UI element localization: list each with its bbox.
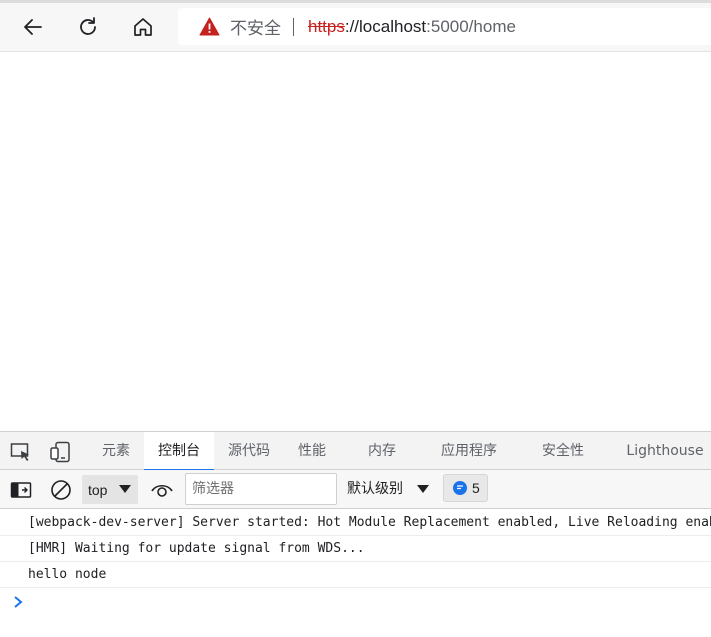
console-message: [HMR] Waiting for update signal from WDS…	[0, 536, 711, 562]
filter-input[interactable]	[185, 473, 337, 505]
console-toolbar: top 默认级别 5	[0, 470, 711, 509]
inspect-element-icon	[10, 443, 29, 461]
chevron-down-icon	[417, 485, 429, 493]
address-separator	[293, 17, 294, 36]
devtools-tab-bar: 元素 控制台 源代码 性能 内存 应用程序 安全性 Lighthouse	[0, 432, 711, 471]
browser-toolbar: 不安全 https://localhost:5000/home	[0, 0, 711, 52]
devtools-panel: 元素 控制台 源代码 性能 内存 应用程序 安全性 Lighthouse top	[0, 431, 711, 637]
window-top-edge	[0, 0, 711, 3]
chevron-down-icon	[119, 485, 131, 493]
console-prompt[interactable]	[0, 588, 711, 616]
security-status-text[interactable]: 不安全	[230, 14, 281, 39]
tab-lighthouse[interactable]: Lighthouse	[620, 432, 710, 470]
sidebar-toggle-icon	[10, 482, 32, 498]
context-selector[interactable]: top	[82, 475, 138, 504]
tab-elements[interactable]: 元素	[93, 432, 139, 470]
clear-icon	[51, 480, 71, 500]
back-button[interactable]	[16, 10, 50, 44]
tab-security[interactable]: 安全性	[533, 432, 593, 470]
arrow-left-icon	[24, 19, 42, 35]
address-bar[interactable]: 不安全 https://localhost:5000/home	[178, 8, 711, 45]
url-path: :5000/home	[426, 16, 516, 36]
log-levels-label: 默认级别	[347, 481, 403, 497]
url-scheme-separator: ://	[344, 16, 360, 36]
device-toggle-icon	[50, 441, 70, 463]
tab-memory[interactable]: 内存	[360, 432, 404, 470]
reload-icon	[80, 17, 96, 35]
page-viewport	[0, 53, 711, 431]
url-scheme: https	[308, 16, 345, 36]
console-message: [webpack-dev-server] Server started: Hot…	[0, 510, 711, 536]
home-button[interactable]	[126, 10, 160, 44]
tab-application[interactable]: 应用程序	[432, 432, 506, 470]
reload-button[interactable]	[71, 10, 105, 44]
tab-performance[interactable]: 性能	[290, 432, 334, 470]
issues-counter-button[interactable]: 5	[443, 474, 488, 502]
warning-triangle-icon[interactable]	[199, 17, 220, 36]
context-selector-value: top	[88, 481, 108, 498]
url-text[interactable]: https://localhost:5000/home	[308, 17, 516, 37]
clear-console-button[interactable]	[48, 478, 74, 502]
console-output: [webpack-dev-server] Server started: Hot…	[0, 510, 711, 637]
issues-count: 5	[472, 480, 480, 496]
message-bubble-icon	[453, 481, 467, 495]
toggle-sidebar-button[interactable]	[8, 478, 34, 502]
eye-icon	[151, 484, 173, 497]
log-levels-dropdown[interactable]: 默认级别	[347, 470, 429, 509]
tab-console[interactable]: 控制台	[144, 432, 214, 471]
home-icon	[134, 18, 152, 36]
chevron-right-icon	[14, 596, 23, 608]
live-expression-button[interactable]	[149, 478, 175, 502]
tab-sources[interactable]: 源代码	[220, 432, 278, 470]
url-host: localhost	[359, 16, 427, 36]
device-toolbar-button[interactable]	[49, 441, 73, 463]
inspect-element-button[interactable]	[9, 441, 33, 463]
console-message: hello node	[0, 562, 711, 588]
